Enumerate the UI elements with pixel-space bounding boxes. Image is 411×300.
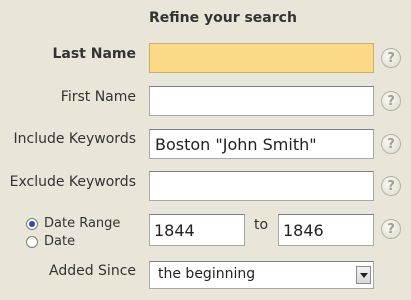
added-since-select[interactable]: the beginning — [149, 261, 374, 289]
date-range-label: Date Range — [44, 216, 121, 231]
exclude-keywords-input[interactable] — [149, 171, 374, 201]
date-to-label: to — [254, 217, 269, 233]
last-name-label: Last Name — [52, 46, 136, 62]
refine-search-heading: Refine your search — [149, 10, 297, 26]
include-keywords-input[interactable] — [149, 129, 374, 159]
help-icon[interactable]: ? — [381, 219, 401, 239]
chevron-down-icon[interactable] — [356, 266, 371, 284]
exclude-keywords-label: Exclude Keywords — [9, 174, 136, 190]
help-icon[interactable]: ? — [381, 176, 401, 196]
help-icon[interactable]: ? — [381, 48, 401, 68]
last-name-input[interactable] — [149, 43, 374, 73]
date-label: Date — [44, 234, 76, 249]
added-since-label: Added Since — [48, 263, 136, 279]
date-range-option[interactable]: Date Range — [26, 216, 120, 231]
first-name-label: First Name — [60, 89, 136, 105]
date-to-input[interactable] — [278, 214, 374, 246]
date-option[interactable]: Date — [26, 234, 75, 249]
include-keywords-label: Include Keywords — [13, 131, 137, 147]
date-range-radio[interactable] — [26, 217, 38, 230]
first-name-input[interactable] — [149, 86, 374, 116]
help-icon[interactable]: ? — [381, 91, 401, 111]
help-icon[interactable]: ? — [381, 134, 401, 154]
date-from-input[interactable] — [149, 214, 245, 246]
added-since-value: the beginning — [158, 266, 256, 282]
date-radio[interactable] — [26, 235, 38, 248]
